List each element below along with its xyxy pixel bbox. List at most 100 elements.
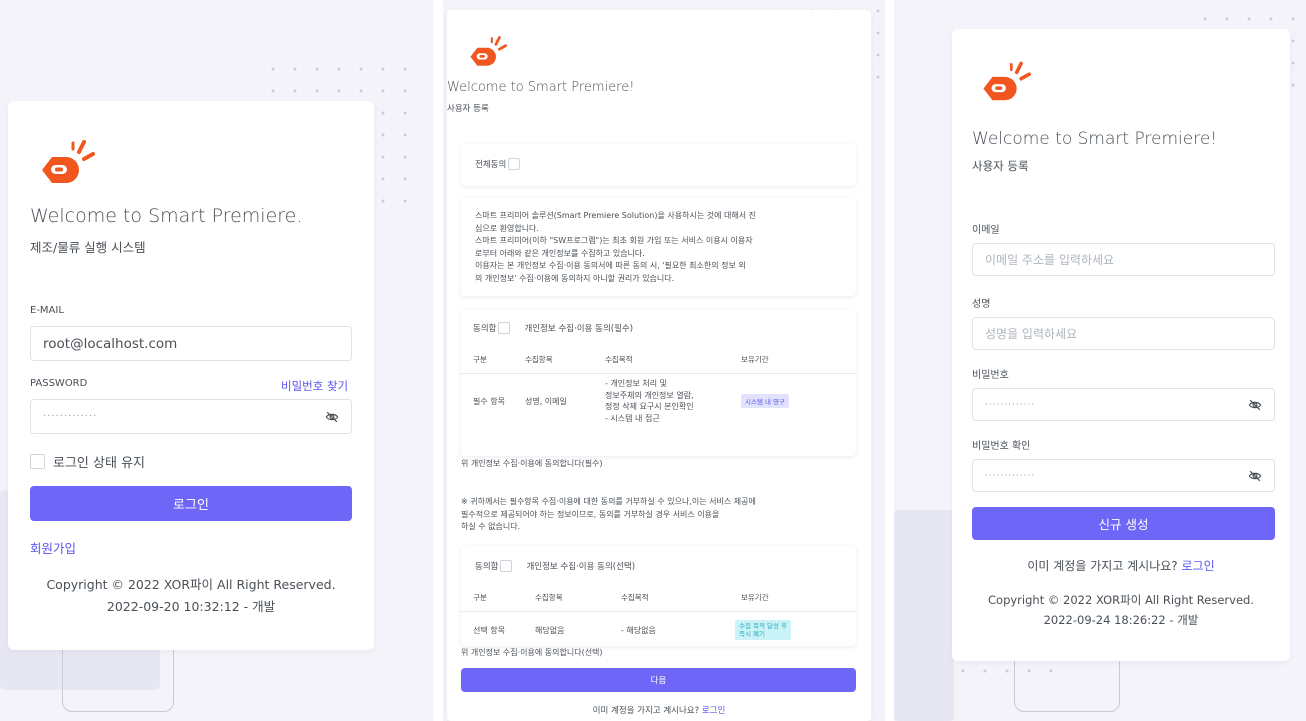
cell-period: 시스템 내 영구	[727, 374, 856, 429]
have-account: 이미 계정을 가지고 계시나요? 로그인	[447, 704, 871, 716]
table-row: 선택 항목 해당없음 - 해당없음 수집 목적 달성 후 즉시 폐기	[461, 612, 856, 645]
have-account: 이미 계정을 가지고 계시나요? 로그인	[952, 557, 1290, 574]
cell-items: 성명, 이메일	[525, 396, 567, 406]
email-label: E-MAIL	[30, 305, 64, 316]
intro-line: 스마트 프리미어 솔루션(Smart Premiere Solution)을 사…	[475, 211, 756, 220]
next-button[interactable]: 다음	[461, 668, 856, 692]
purpose-line: 정보주체의 개인정보 열람,	[605, 390, 694, 400]
email-field[interactable]: 이메일 주소를 입력하세요	[972, 243, 1275, 276]
remember-me[interactable]: 로그인 상태 유지	[30, 452, 145, 471]
password-label: 비밀번호	[972, 370, 1009, 381]
confirm-password-field[interactable]: ·············	[972, 459, 1275, 492]
optional-agree-label: 동의함	[475, 562, 499, 572]
agree-all-label: 전체동의	[475, 160, 507, 170]
build-info: 2022-09-24 18:26:22 - 개발	[1043, 613, 1199, 627]
optional-note: 위 개인정보 수집·이용에 동의합니다(선택)	[461, 648, 603, 657]
remember-label: 로그인 상태 유지	[53, 456, 145, 471]
email-value: root@localhost.com	[43, 335, 178, 352]
col-header: 보유기간	[727, 586, 856, 612]
required-agree-checkbox[interactable]	[498, 322, 511, 334]
cell-purpose: - 해당없음	[621, 625, 656, 635]
page-subtitle: 제조/물류 실행 시스템	[30, 240, 146, 255]
period-line: 수집 목적 달성 후	[739, 622, 788, 630]
smart-premiere-logo	[983, 61, 1031, 101]
page-title: Welcome to Smart Premiere!	[447, 80, 635, 95]
page-title: Welcome to Smart Premiere!	[972, 129, 1218, 149]
col-header: 보유기간	[727, 348, 856, 374]
login-card: Welcome to Smart Premiere. 제조/물류 실행 시스템 …	[8, 101, 374, 650]
period-line: 즉시 폐기	[739, 630, 765, 638]
agree-all[interactable]: 전체동의	[475, 158, 521, 170]
cell-type: 필수 항목	[473, 396, 505, 406]
required-table: 구분 수집항목 수집목적 보유기간 필수 항목 성명, 이메일 - 개인정보 처…	[461, 348, 856, 428]
required-agree[interactable]: 동의함 개인정보 수집·이용 동의(필수)	[473, 322, 633, 334]
intro-line: 심으로 환영합니다.	[475, 223, 539, 233]
required-consent-box: 동의함 개인정보 수집·이용 동의(필수) 구분 수집항목 수집목적 보유기간 …	[461, 310, 856, 456]
password-value: ·············	[43, 411, 98, 422]
warning-line: 필수적으로 제공되어야 하는 정보이므로, 동의를 거부하실 경우 서비스 이용…	[461, 509, 720, 519]
decor-rect	[894, 510, 954, 721]
have-account-text: 이미 계정을 가지고 계시나요?	[592, 706, 700, 716]
optional-agree-checkbox[interactable]	[500, 560, 513, 572]
col-header: 수집목적	[617, 586, 727, 612]
page-subtitle: 사용자 등록	[972, 159, 1029, 173]
name-label: 성명	[972, 299, 991, 310]
email-field[interactable]: root@localhost.com	[30, 326, 352, 361]
smart-premiere-logo	[470, 36, 507, 66]
warning-line: 하실 수 없습니다.	[461, 522, 521, 531]
login-panel: Welcome to Smart Premiere. 제조/물류 실행 시스템 …	[0, 0, 433, 721]
register-panel: Welcome to Smart Premiere! 사용자 등록 이메일 이메…	[894, 0, 1306, 721]
required-consent-title: 개인정보 수집·이용 동의(필수)	[524, 324, 634, 334]
optional-table: 구분 수집항목 수집목적 보유기간 선택 항목 해당없음 - 해당없음 수집 목…	[461, 586, 856, 644]
col-header: 수집항목	[521, 348, 577, 374]
intro-text: 스마트 프리미어 솔루션(Smart Premiere Solution)을 사…	[475, 210, 756, 286]
password-label: PASSWORD	[30, 378, 88, 389]
decor-box	[62, 640, 174, 712]
name-placeholder: 성명을 입력하세요	[985, 327, 1078, 341]
period-badge: 시스템 내 영구	[741, 394, 790, 408]
remember-checkbox[interactable]	[30, 454, 45, 469]
warning-line: ※ 귀하께서는 필수항목 수집·이용에 대한 동의를 거부하실 수 있으나,이는…	[461, 497, 756, 506]
copyright: Copyright © 2022 XOR파이 All Right Reserve…	[46, 577, 336, 592]
purpose-line: 정정 삭제 요구시 본인확인	[605, 402, 694, 411]
login-button[interactable]: 로그인	[30, 486, 352, 521]
login-link[interactable]: 로그인	[1182, 559, 1215, 573]
page-subtitle: 사용자 등록	[447, 104, 489, 114]
purpose-line: - 개인정보 처리 및	[605, 379, 668, 388]
optional-agree[interactable]: 동의함 개인정보 수집·이용 동의(선택)	[475, 560, 635, 572]
confirm-password-label: 비밀번호 확인	[972, 441, 1031, 452]
forgot-password-link[interactable]: 비밀번호 찾기	[281, 378, 348, 394]
warning-text: ※ 귀하께서는 필수항목 수집·이용에 대한 동의를 거부하실 수 있으나,이는…	[461, 496, 756, 534]
register-card: Welcome to Smart Premiere! 사용자 등록 이메일 이메…	[952, 29, 1290, 661]
create-account-button[interactable]: 신규 생성	[972, 507, 1275, 540]
have-account-text: 이미 계정을 가지고 계시나요?	[1027, 559, 1178, 573]
required-agree-label: 동의함	[473, 324, 497, 334]
terms-card: Welcome to Smart Premiere! 사용자 등록 전체동의 스…	[447, 10, 871, 721]
password-field[interactable]: ·············	[972, 388, 1275, 421]
name-field[interactable]: 성명을 입력하세요	[972, 317, 1275, 350]
intro-box: 스마트 프리미어 솔루션(Smart Premiere Solution)을 사…	[461, 198, 856, 296]
agree-all-checkbox[interactable]	[508, 158, 521, 170]
page-title: Welcome to Smart Premiere.	[30, 205, 303, 227]
build-info: 2022-09-20 10:32:12 - 개발	[106, 599, 276, 614]
login-link[interactable]: 로그인	[702, 706, 725, 716]
optional-consent-box: 동의함 개인정보 수집·이용 동의(선택) 구분 수집항목 수집목적 보유기간 …	[461, 546, 856, 646]
copyright: Copyright © 2022 XOR파이 All Right Reserve…	[988, 593, 1254, 607]
intro-line: 스마트 프리미어(이하 "SW프로그램")는 최초 회원 가입 또는 서비스 이…	[475, 236, 753, 246]
intro-line: 로부터 아래와 같은 개인정보를 수집하고 있습니다.	[475, 248, 645, 258]
password-field[interactable]: ·············	[30, 399, 352, 434]
col-header: 수집목적	[577, 348, 727, 374]
intro-line: 이용자는 본 개인정보 수집·이용 동의서에 따른 동의 시, '필요한 최소한…	[475, 261, 746, 271]
purpose-line: - 시스템 내 접근	[605, 413, 660, 423]
col-header: 구분	[461, 348, 521, 374]
password-value: ·············	[985, 399, 1036, 410]
eye-off-icon[interactable]	[1248, 469, 1262, 483]
table-row: 필수 항목 성명, 이메일 - 개인정보 처리 및 정보주체의 개인정보 열람,…	[461, 374, 856, 429]
signup-link[interactable]: 회원가입	[30, 538, 76, 557]
cell-type: 선택 항목	[473, 625, 505, 635]
cell-period: 수집 목적 달성 후 즉시 폐기	[727, 612, 856, 645]
eye-off-icon[interactable]	[325, 410, 339, 424]
col-header: 수집항목	[521, 586, 617, 612]
period-badge: 수집 목적 달성 후 즉시 폐기	[735, 620, 792, 640]
eye-off-icon[interactable]	[1248, 398, 1262, 412]
